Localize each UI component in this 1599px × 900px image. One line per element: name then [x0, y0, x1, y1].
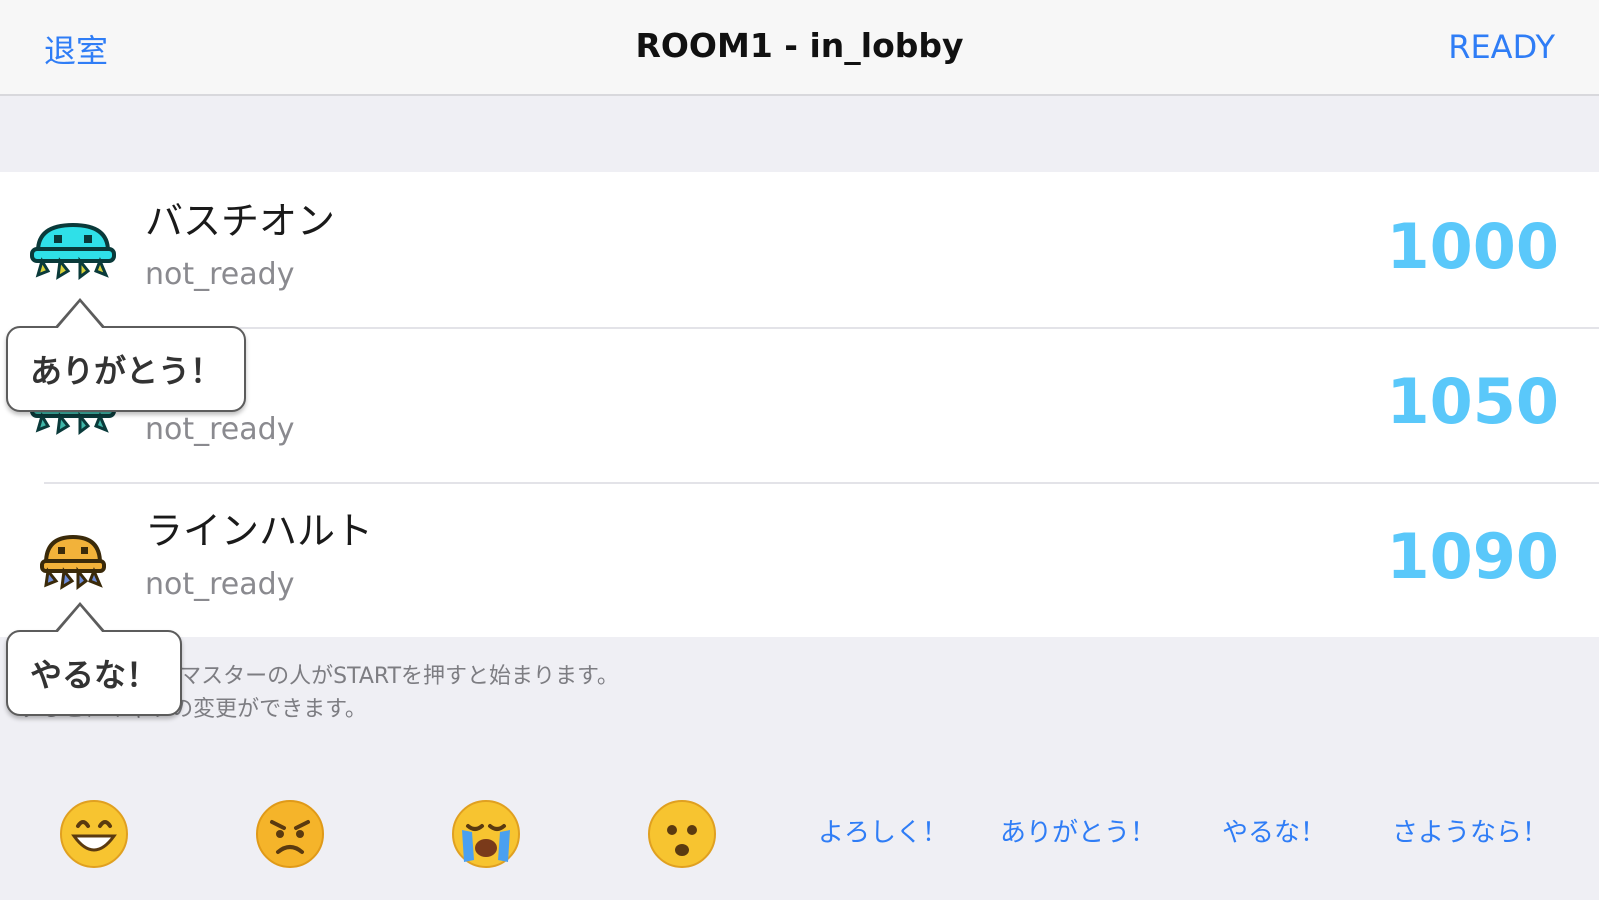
player-score: 1050 [1386, 365, 1559, 438]
player-score: 1000 [1386, 210, 1559, 283]
phrase-button-arigatou[interactable]: ありがとう！ [1000, 812, 1156, 849]
phrase-button-sayounara[interactable]: さようなら！ [1392, 812, 1548, 849]
player-name: ラインハルト [145, 509, 374, 553]
phrase-button-yaruna[interactable]: やるな！ [1222, 812, 1326, 849]
cyan-ufo-character-icon [30, 222, 116, 280]
speech-bubble: ありがとう！ [6, 298, 247, 412]
angry-face-icon[interactable] [254, 798, 326, 870]
navigation-bar: 退室 ROOM1 - in_lobby READY [0, 0, 1599, 96]
player-score: 1090 [1386, 520, 1559, 593]
player-name: バスチオン [145, 199, 336, 243]
crying-face-icon[interactable] [450, 798, 522, 870]
frowning-face-icon[interactable] [646, 798, 718, 870]
player-row[interactable]: バスチオン not_ready 1000 [0, 172, 1599, 327]
page-title: ROOM1 - in_lobby [635, 26, 964, 65]
orange-ufo-character-icon [40, 534, 106, 590]
ready-button[interactable]: READY [1448, 28, 1555, 66]
reaction-toolbar: よろしく！ ありがとう！ やるな！ さようなら！ [0, 780, 1599, 890]
player-status: not_ready [145, 412, 295, 447]
player-status: not_ready [145, 567, 295, 602]
speech-bubble: やるな！ [6, 602, 183, 716]
phrase-button-yoroshiku[interactable]: よろしく！ [818, 812, 948, 849]
grinning-face-icon[interactable] [58, 798, 130, 870]
player-status: not_ready [145, 257, 295, 292]
player-row[interactable]: ラインハルト not_ready 1090 [0, 482, 1599, 637]
